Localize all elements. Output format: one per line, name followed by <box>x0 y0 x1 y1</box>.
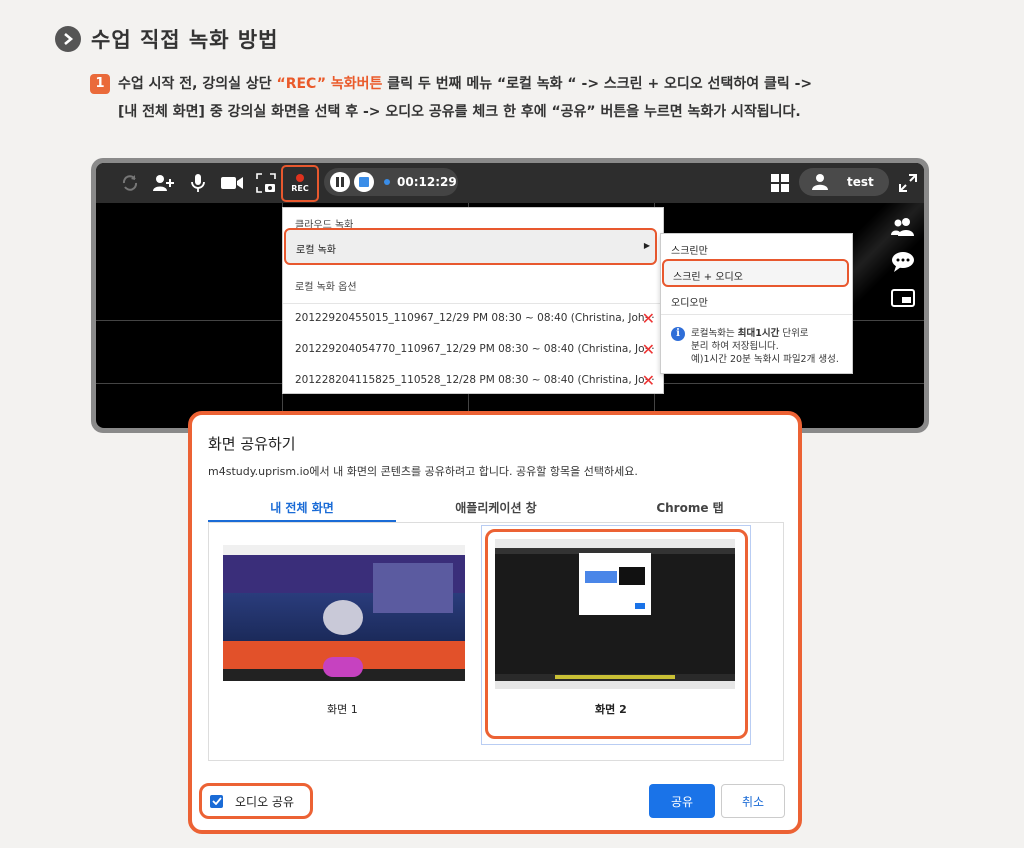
delete-icon[interactable]: ✕ <box>642 340 655 359</box>
share-button[interactable]: 공유 <box>649 784 715 818</box>
local-recording-item[interactable]: 로컬 녹화 ▶ <box>284 228 657 265</box>
grid-layout-icon[interactable] <box>768 172 792 194</box>
delete-icon[interactable]: ✕ <box>642 309 655 328</box>
pause-icon[interactable] <box>330 172 350 192</box>
checkmark-icon <box>211 797 222 805</box>
recording-file-name: 20122920405477​0_110967_12/29 PM 08:30 ~… <box>295 343 655 355</box>
info-icon: i <box>671 327 685 341</box>
section-heading: 수업 직접 녹화 방법 <box>55 24 279 54</box>
screen-preview-area: 화면 1 화면 2 <box>208 523 784 761</box>
expand-icon[interactable] <box>896 172 920 194</box>
screen-2-caption: 화면 2 <box>595 703 627 716</box>
screen-1-caption: 화면 1 <box>327 703 358 716</box>
audio-share-label: 오디오 공유 <box>235 794 295 809</box>
classroom-toolbar: REC 00:12:29 test <box>96 163 924 203</box>
screen-audio-item[interactable]: 스크린 + 오디오 <box>662 259 849 287</box>
tab-application-window[interactable]: 애플리케이션 창 <box>402 499 590 516</box>
step-text-b: 클릭 두 번째 메뉴 “로컬 녹화 “ -> 스크린 + 오디오 선택하여 클릭… <box>382 76 813 92</box>
tab-chrome-tab[interactable]: Chrome 탭 <box>596 499 784 516</box>
recording-file-name: 20122920455015_110967_12/29 PM 08:30 ~ 0… <box>295 312 655 324</box>
user-icon <box>812 174 828 190</box>
audio-share-checkbox-group[interactable]: 오디오 공유 <box>199 783 313 819</box>
share-tabs: 내 전체 화면 애플리케이션 창 Chrome 탭 <box>208 495 784 523</box>
recording-file-row[interactable]: 20122820411582​5_110528_12/28 PM 08:30 ~… <box>295 371 655 390</box>
chat-icon[interactable] <box>890 250 916 274</box>
page-title: 수업 직접 녹화 방법 <box>91 28 279 52</box>
step-text-line2: [내 전체 화면] 중 강의실 화면을 선택 후 -> 오디오 공유를 체크 한… <box>118 104 801 120</box>
picture-in-picture-icon[interactable] <box>890 286 916 310</box>
user-profile[interactable]: test <box>799 168 889 196</box>
info-line2: 분리 하여 저장됩니다. <box>691 341 779 352</box>
rec-button[interactable]: REC <box>281 165 319 202</box>
step-text-a: 수업 시작 전, 강의실 상단 <box>118 76 277 92</box>
dialog-description: m4study.uprism.io에서 내 화면의 콘텐츠를 공유하려고 합니다… <box>208 465 638 478</box>
rec-dropdown-menu: 클라우드 녹화 로컬 녹화 ▶ 로컬 녹화 옵션 20122920455015_… <box>282 207 664 394</box>
stop-icon[interactable] <box>354 172 374 192</box>
timer-text: 00:12:29 <box>397 175 457 189</box>
share-screen-dialog: 화면 공유하기 m4study.uprism.io에서 내 화면의 콘텐츠를 공… <box>188 411 802 834</box>
video-camera-icon[interactable] <box>220 172 244 194</box>
cancel-button[interactable]: 취소 <box>721 784 785 818</box>
step-number-badge: 1 <box>90 74 110 94</box>
participants-icon[interactable] <box>890 215 916 239</box>
recording-indicator-icon <box>384 179 390 185</box>
caret-right-icon: ▶ <box>643 241 650 250</box>
local-recording-label: 로컬 녹화 <box>296 245 336 256</box>
recording-timer: 00:12:29 <box>324 168 458 196</box>
local-recording-options-label: 로컬 녹화 옵션 <box>295 282 357 293</box>
rec-dot-icon <box>296 174 304 182</box>
rec-label: REC <box>291 184 309 193</box>
screen-only-item[interactable]: 스크린만 <box>671 242 708 257</box>
screen-audio-label: 스크린 + 오디오 <box>673 272 743 283</box>
info-line1-bold: 최대1시간 <box>737 328 780 339</box>
info-line3: 예)1시간 20분 녹화시 파일2개 생성. <box>691 354 839 365</box>
step-highlight: “REC” 녹화버튼 <box>276 76 383 92</box>
dialog-title: 화면 공유하기 <box>208 435 296 453</box>
audio-only-item[interactable]: 오디오만 <box>671 294 708 309</box>
submenu-divider <box>661 314 852 315</box>
screen-1-thumbnail[interactable] <box>223 545 465 681</box>
tab-entire-screen[interactable]: 내 전체 화면 <box>208 499 396 516</box>
microphone-icon[interactable] <box>186 172 210 194</box>
camera-switch-icon[interactable] <box>118 172 142 194</box>
info-text: 로컬녹화는 최대1시간 단위로 분리 하여 저장됩니다. 예)1시간 20분 녹… <box>691 327 839 366</box>
screen-capture-icon[interactable] <box>254 172 278 194</box>
menu-divider <box>283 303 663 304</box>
audio-share-checkbox[interactable] <box>210 794 223 808</box>
recording-file-name: 20122820411582​5_110528_12/28 PM 08:30 ~… <box>295 374 655 386</box>
add-user-icon[interactable] <box>152 172 176 194</box>
chevron-right-icon <box>55 26 81 52</box>
step-instruction: 1 수업 시작 전, 강의실 상단 “REC” 녹화버튼 클릭 두 번째 메뉴 “… <box>90 70 990 126</box>
local-recording-submenu: 스크린만 스크린 + 오디오 오디오만 i 로컬녹화는 최대1시간 단위로 분리… <box>660 233 853 374</box>
screen-2-thumbnail[interactable] <box>495 539 735 689</box>
user-name: test <box>847 175 874 189</box>
info-line1-c: 단위로 <box>779 328 809 339</box>
delete-icon[interactable]: ✕ <box>642 371 655 390</box>
recording-file-row[interactable]: 20122920455015_110967_12/29 PM 08:30 ~ 0… <box>295 309 655 328</box>
info-line1-a: 로컬녹화는 <box>691 328 738 339</box>
recording-file-row[interactable]: 20122920405477​0_110967_12/29 PM 08:30 ~… <box>295 340 655 359</box>
